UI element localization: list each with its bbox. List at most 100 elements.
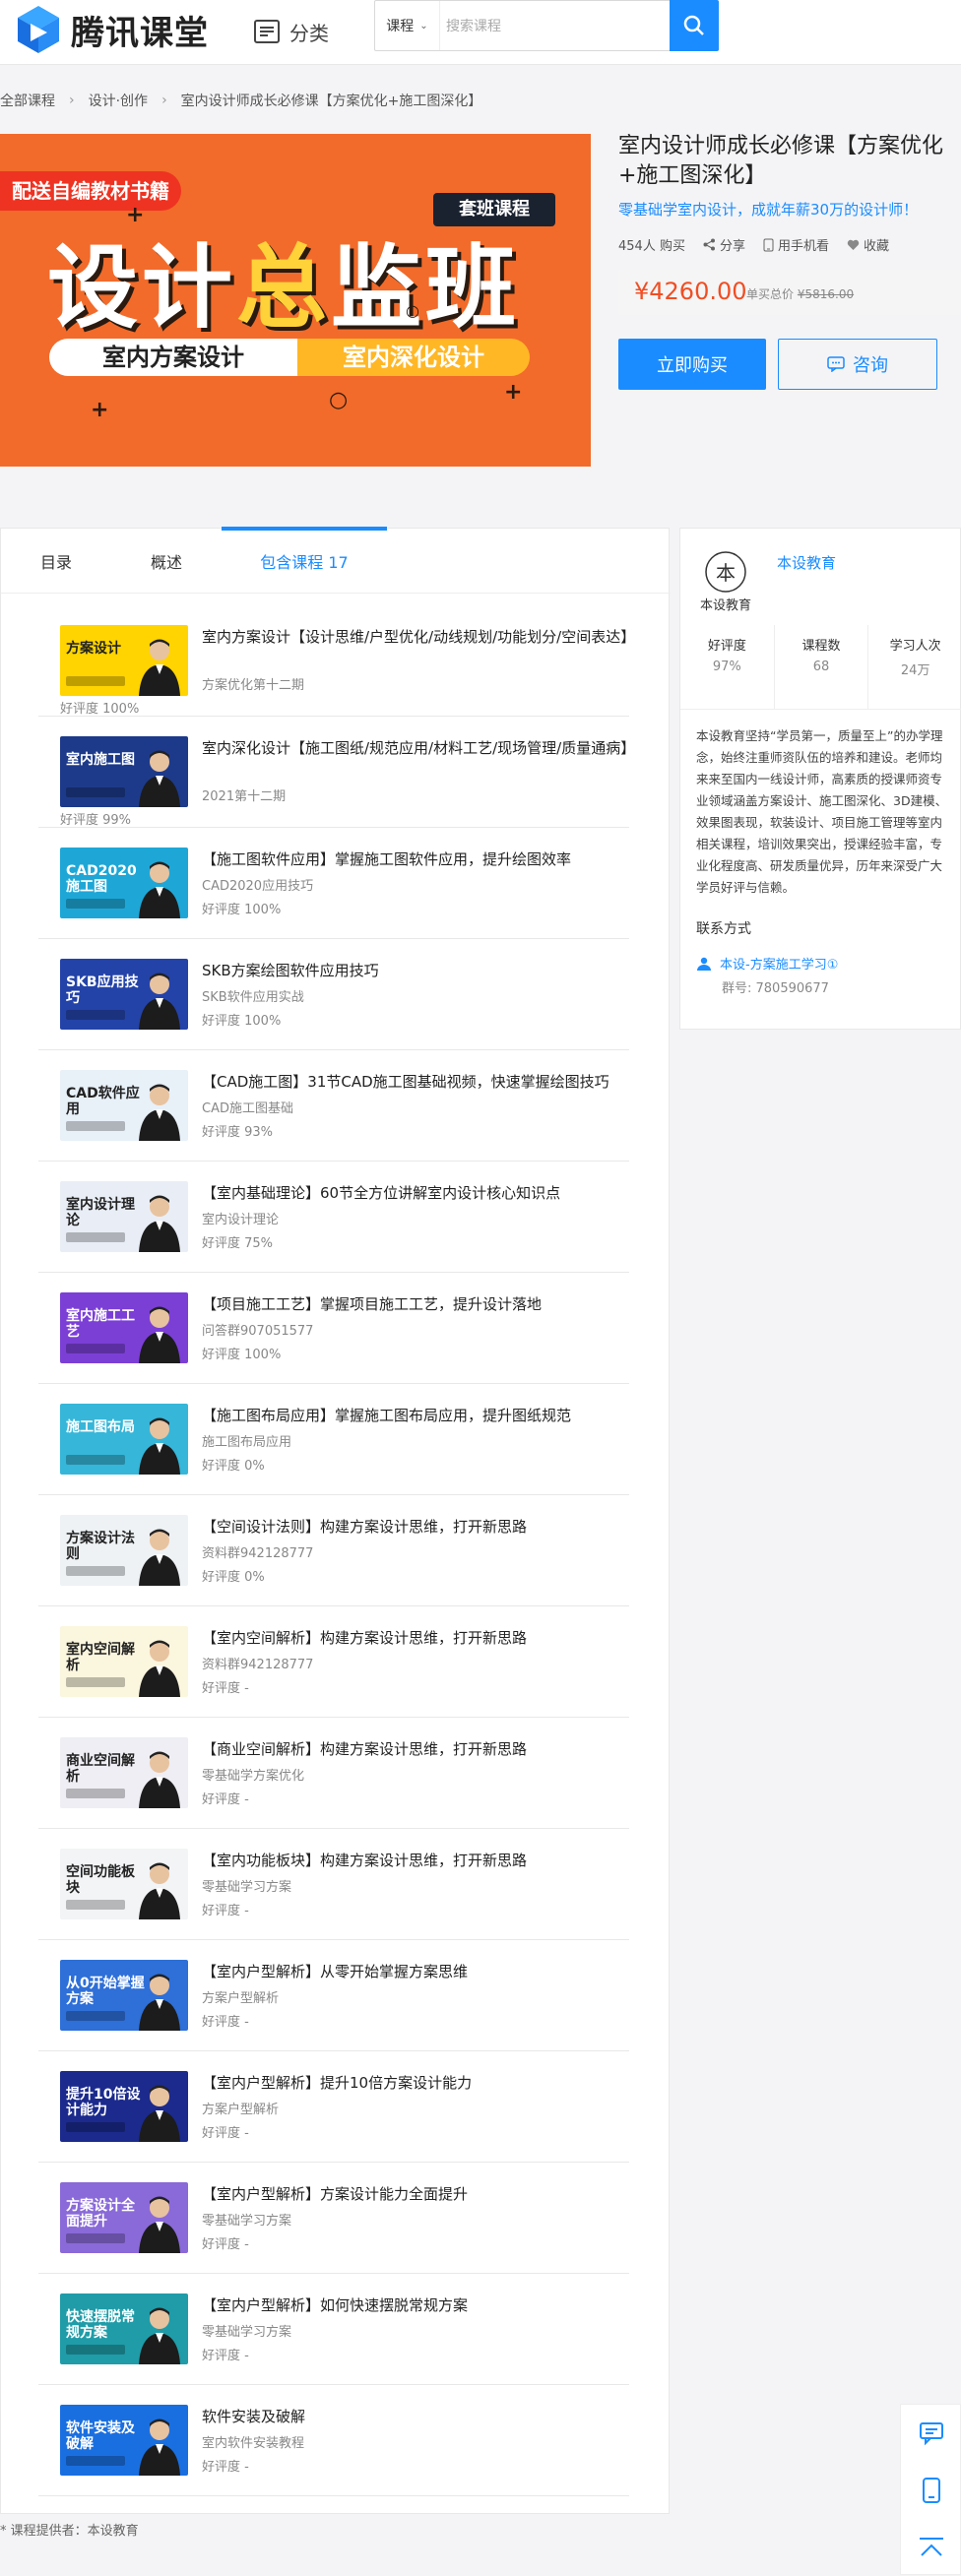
course-title[interactable]: SKB方案绘图软件应用技巧 — [202, 959, 629, 982]
course-thumbnail[interactable]: 室内设计理论 — [60, 1181, 188, 1252]
float-consult-button[interactable] — [901, 2405, 961, 2462]
teacher-photo — [139, 750, 180, 807]
course-title[interactable]: 软件安装及破解 — [202, 2405, 629, 2428]
course-title[interactable]: 【商业空间解析】构建方案设计思维，打开新思路 — [202, 1737, 629, 1761]
thumbnail-title: 室内施工工艺 — [66, 1308, 135, 1340]
course-thumbnail[interactable]: 提升10倍设计能力 — [60, 2071, 188, 2142]
course-row[interactable]: 提升10倍设计能力 【室内户型解析】提升10倍方案设计能力 方案户型解析 好评度 - — [38, 2051, 629, 2163]
course-title[interactable]: 室内深化设计【施工图纸/规范应用/材料工艺/现场管理/质量通病】 — [202, 736, 629, 760]
thumbnail-decoration — [66, 2456, 125, 2466]
tab-included-courses[interactable]: 包含课程 17 — [222, 527, 387, 594]
course-subtitle: 零基础学方案优化 — [202, 1769, 305, 1784]
course-row[interactable]: 软件安装及破解 软件安装及破解 室内软件安装教程 好评度 - — [38, 2385, 629, 2496]
course-thumbnail[interactable]: 方案设计法则 — [60, 1515, 188, 1586]
plus-icon: + — [91, 398, 109, 422]
course-row[interactable]: 室内空间解析 【室内空间解析】构建方案设计思维，打开新思路 资料群942128777… — [38, 1606, 629, 1718]
share-button[interactable]: 分享 — [703, 235, 745, 254]
course-thumbnail[interactable]: 方案设计 — [60, 625, 188, 696]
course-thumbnail[interactable]: 从0开始掌握方案 — [60, 1960, 188, 2031]
course-row[interactable]: 方案设计法则 【空间设计法则】构建方案设计思维，打开新思路资料群942128777… — [38, 1495, 629, 1606]
search-icon — [683, 15, 704, 35]
consult-button[interactable]: 咨询 — [778, 339, 937, 390]
course-title[interactable]: 【室内空间解析】构建方案设计思维，打开新思路 — [202, 1626, 629, 1650]
course-rating: 好评度 75% — [202, 1236, 274, 1251]
course-thumbnail[interactable]: 室内施工工艺 — [60, 1292, 188, 1363]
thumbnail-title: CAD2020 施工图 — [66, 863, 137, 895]
course-rating: 好评度 - — [202, 2126, 249, 2141]
course-title[interactable]: 【室内户型解析】方案设计能力全面提升 — [202, 2182, 629, 2206]
search-input[interactable] — [446, 1, 643, 50]
course-title[interactable]: 【室内户型解析】如何快速摆脱常规方案 — [202, 2293, 629, 2317]
site-logo[interactable]: 腾讯课堂 — [12, 4, 209, 55]
course-subtitle: 2021第十二期 — [202, 789, 287, 804]
course-title[interactable]: 室内方案设计【设计思维/户型优化/动线规划/功能划分/空间表达】 — [202, 625, 629, 649]
course-thumbnail[interactable]: 方案设计全面提升 — [60, 2182, 188, 2253]
course-row[interactable]: 方案设计全面提升 【室内户型解析】方案设计能力全面提升 零基础学习方案 好评度 - — [38, 2163, 629, 2274]
course-title[interactable]: 【项目施工工艺】掌握项目施工工艺，提升设计落地 — [202, 1292, 629, 1316]
course-thumbnail[interactable]: 施工图布局 — [60, 1404, 188, 1475]
tab-overview[interactable]: 概述 — [151, 529, 182, 594]
course-thumbnail[interactable]: 室内施工图 — [60, 736, 188, 807]
course-row[interactable]: CAD软件应用 【CAD施工图】31节CAD施工图基础视频，快速掌握绘图技巧 CAD… — [38, 1050, 629, 1162]
heart-icon — [847, 239, 860, 250]
course-title[interactable]: 【CAD施工图】31节CAD施工图基础视频，快速掌握绘图技巧 — [202, 1070, 629, 1094]
institution-name[interactable]: 本设教育 — [777, 552, 836, 573]
course-title[interactable]: 【室内户型解析】从零开始掌握方案思维 — [202, 1960, 629, 1983]
course-subtitle: 资料群942128777 — [202, 1546, 314, 1561]
course-thumbnail[interactable]: CAD2020 施工图 — [60, 848, 188, 918]
course-row[interactable]: 室内施工图 室内深化设计【施工图纸/规范应用/材料工艺/现场管理/质量通病】 202… — [38, 717, 629, 828]
category-menu[interactable]: 分类 — [254, 12, 329, 51]
category-label: 分类 — [289, 21, 329, 45]
course-thumbnail[interactable]: 室内空间解析 — [60, 1626, 188, 1697]
favorite-button[interactable]: 收藏 — [847, 235, 889, 254]
chevron-right-icon: › — [161, 93, 167, 108]
chat-icon — [827, 356, 845, 372]
mobile-view-button[interactable]: 用手机看 — [763, 235, 829, 254]
breadcrumb-design[interactable]: 设计·创作 — [89, 91, 148, 110]
course-row[interactable]: 室内设计理论 【室内基础理论】60节全方位讲解室内设计核心知识点 室内设计理论 好评度… — [38, 1162, 629, 1273]
float-mobile-button[interactable] — [901, 2462, 961, 2519]
course-title[interactable]: 【室内功能板块】构建方案设计思维，打开新思路 — [202, 1849, 629, 1872]
search-button[interactable] — [670, 0, 719, 51]
tab-catalog[interactable]: 目录 — [40, 529, 72, 594]
course-title[interactable]: 【施工图布局应用】掌握施工图布局应用，提升图纸规范 — [202, 1404, 629, 1427]
course-row[interactable]: 快速摆脱常规方案 【室内户型解析】如何快速摆脱常规方案 零基础学习方案 好评度 - — [38, 2274, 629, 2385]
course-row[interactable]: 商业空间解析 【商业空间解析】构建方案设计思维，打开新思路 零基础学方案优化 好评度 … — [38, 1718, 629, 1829]
consult-label: 咨询 — [853, 355, 888, 376]
course-row[interactable]: 从0开始掌握方案 【室内户型解析】从零开始掌握方案思维 方案户型解析 好评度 - — [38, 1940, 629, 2051]
teacher-photo — [139, 1974, 180, 2031]
search-type-select[interactable]: 课程 ⌄ — [375, 1, 440, 50]
course-row[interactable]: 空间功能板块 【室内功能板块】构建方案设计思维，打开新思路 零基础学习方案 好评度 - — [38, 1829, 629, 1940]
course-row[interactable]: 施工图布局 【施工图布局应用】掌握施工图布局应用，提升图纸规范 施工图布局应用 好评度… — [38, 1384, 629, 1495]
course-row[interactable]: SKB应用技巧 SKB方案绘图软件应用技巧 SKB软件应用实战 好评度 100% — [38, 939, 629, 1050]
course-thumbnail[interactable]: 软件安装及破解 — [60, 2405, 188, 2476]
course-title[interactable]: 【施工图软件应用】掌握施工图软件应用，提升绘图效率 — [202, 848, 629, 871]
arrow-up-icon — [920, 2538, 943, 2556]
back-to-top-button[interactable] — [901, 2519, 961, 2576]
course-thumbnail[interactable]: 空间功能板块 — [60, 1849, 188, 1919]
search-box: 课程 ⌄ — [374, 0, 719, 51]
course-rating: 好评度 100% — [202, 1014, 282, 1029]
course-thumbnail[interactable]: 快速摆脱常规方案 — [60, 2293, 188, 2364]
thumbnail-decoration — [66, 2233, 125, 2243]
course-title[interactable]: 【室内基础理论】60节全方位讲解室内设计核心知识点 — [202, 1181, 629, 1205]
course-row[interactable]: CAD2020 施工图 【施工图软件应用】掌握施工图软件应用，提升绘图效率 CAD2… — [38, 828, 629, 939]
course-subtitle: 方案户型解析 — [202, 1991, 280, 2006]
phone-icon — [763, 238, 774, 251]
contact-group-number: 群号: 780590677 — [722, 981, 829, 996]
course-thumbnail[interactable]: SKB应用技巧 — [60, 959, 188, 1030]
course-row[interactable]: 室内施工工艺 【项目施工工艺】掌握项目施工工艺，提升设计落地 问答群90705157… — [38, 1273, 629, 1384]
course-row[interactable]: 方案设计 室内方案设计【设计思维/户型优化/动线规划/功能划分/空间表达】 方案优化… — [38, 605, 629, 717]
contact-group-link[interactable]: 本设-方案施工学习① — [696, 954, 838, 973]
course-title[interactable]: 【室内户型解析】提升10倍方案设计能力 — [202, 2071, 629, 2095]
thumbnail-decoration — [66, 2122, 125, 2132]
thumbnail-decoration — [66, 1789, 125, 1798]
course-subtitle: 室内软件安装教程 — [202, 2436, 305, 2451]
course-thumbnail[interactable]: CAD软件应用 — [60, 1070, 188, 1141]
course-thumbnail[interactable]: 商业空间解析 — [60, 1737, 188, 1808]
course-subtitle: CAD2020应用技巧 — [202, 879, 314, 894]
breadcrumb-all-courses[interactable]: 全部课程 — [0, 91, 55, 110]
stat-course-count: 课程数 68 — [775, 625, 869, 709]
buy-now-button[interactable]: 立即购买 — [618, 339, 766, 390]
course-title[interactable]: 【空间设计法则】构建方案设计思维，打开新思路 — [202, 1515, 629, 1539]
